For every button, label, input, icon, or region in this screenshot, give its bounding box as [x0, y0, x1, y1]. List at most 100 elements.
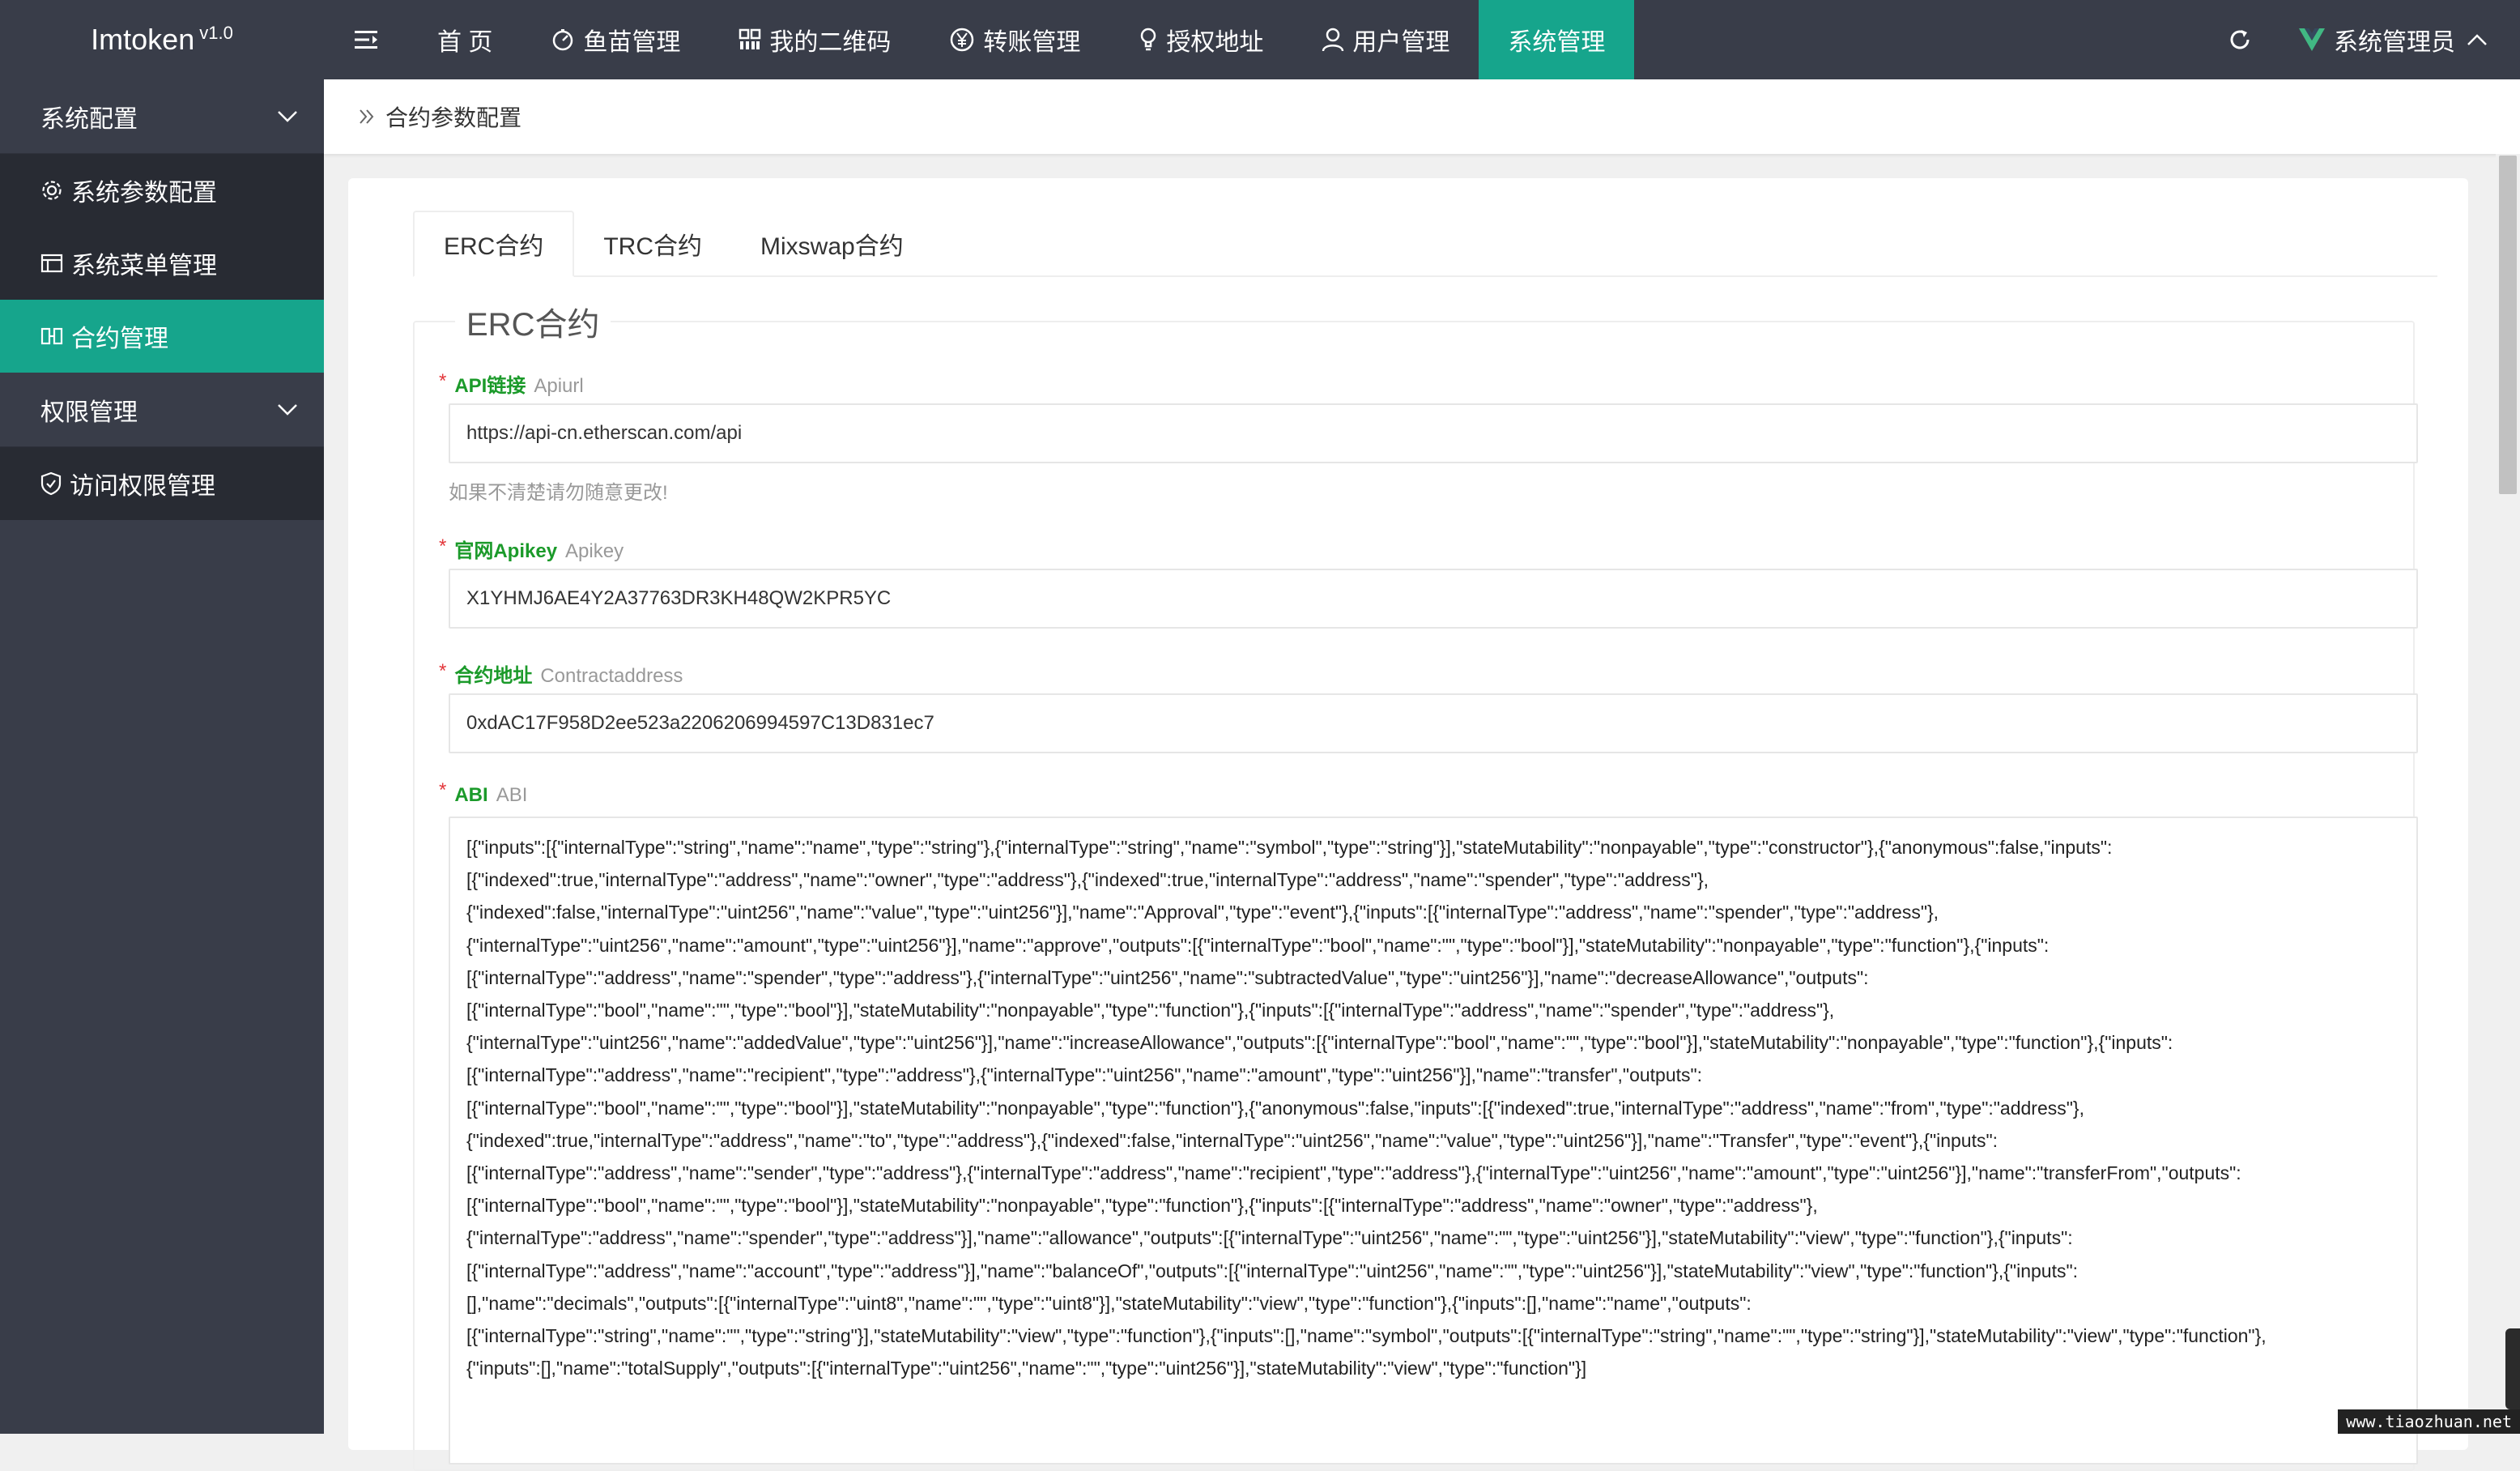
app-version: v1.0 — [199, 23, 233, 44]
chevron-down-icon — [277, 110, 298, 123]
api-url-input[interactable]: https://api-cn.etherscan.com/api — [449, 403, 2418, 463]
apikey-input[interactable]: X1YHMJ6AE4Y2A37763DR3KH48QW2KPR5YC — [449, 569, 2418, 629]
api-url-hint: 如果不清楚请勿随意更改! — [449, 476, 668, 505]
required-mark: * — [439, 660, 446, 683]
contract-tabs: ERC合约 TRC合约 Mixswap合约 — [413, 211, 2437, 277]
apikey-label: * 官网Apikey Apikey — [439, 535, 624, 563]
nav-transfer[interactable]: 转账管理 — [920, 0, 1109, 79]
topbar-right: 系统管理员 — [2201, 0, 2520, 79]
required-mark: * — [439, 779, 446, 802]
refresh-icon — [2227, 27, 2253, 53]
double-chevron-right-icon — [358, 108, 376, 126]
sidebar-item-label: 访问权限管理 — [70, 466, 215, 501]
required-mark: * — [439, 535, 446, 558]
gauge-icon — [551, 28, 575, 52]
side-widget[interactable] — [2505, 1328, 2520, 1409]
top-nav: 首 页 鱼苗管理 我的二维码 转账管理 授权地址 — [408, 0, 1634, 79]
tab-erc[interactable]: ERC合约 — [413, 211, 574, 277]
label-cn: API链接 — [454, 369, 526, 398]
vue-logo-icon — [2298, 28, 2326, 52]
abi-line: {"internalType":"address","name":"spende… — [466, 1222, 2400, 1254]
bulb-icon — [1139, 27, 1158, 53]
nav-label: 首 页 — [437, 22, 492, 58]
sidebar: 系统配置 系统参数配置 系统菜单管理 合约管理 权限管理 访问权限管理 — [0, 79, 324, 1434]
abi-line: [{"internalType":"bool","name":"","type"… — [466, 1189, 2400, 1222]
nav-label: 鱼苗管理 — [583, 22, 680, 58]
abi-line: {"internalType":"uint256","name":"amount… — [466, 929, 2400, 961]
abi-textarea[interactable]: [{"inputs":[{"internalType":"string","na… — [449, 817, 2418, 1465]
abi-line: [{"internalType":"bool","name":"","type"… — [466, 994, 2400, 1026]
fieldset-legend: ERC合约 — [455, 298, 611, 345]
label-cn: 官网Apikey — [454, 535, 557, 563]
abi-line: {"internalType":"uint256","name":"addedV… — [466, 1026, 2400, 1059]
nav-authorized-address[interactable]: 授权地址 — [1109, 0, 1292, 79]
scrollbar-thumb[interactable] — [2499, 156, 2517, 494]
label-cn: 合约地址 — [454, 659, 532, 688]
watermark: www.tiaozhuan.net — [2338, 1409, 2520, 1434]
abi-line: [{"internalType":"string","name":"","typ… — [466, 1320, 2400, 1352]
nav-qrcode[interactable]: 我的二维码 — [709, 0, 920, 79]
sidebar-group-system-config[interactable]: 系统配置 — [0, 79, 324, 154]
sidebar-item-access-permissions[interactable]: 访问权限管理 — [0, 447, 324, 520]
sidebar-item-label: 系统菜单管理 — [71, 245, 217, 281]
api-url-label: * API链接 Apiurl — [439, 369, 584, 398]
abi-line: {"inputs":[],"name":"totalSupply","outpu… — [466, 1352, 2400, 1384]
nav-label: 授权地址 — [1166, 22, 1263, 58]
label-cn: ABI — [454, 784, 487, 807]
shield-icon — [40, 471, 62, 496]
sidebar-item-label: 系统参数配置 — [71, 173, 217, 208]
abi-line: [],"name":"decimals","outputs":[{"intern… — [466, 1287, 2400, 1320]
abi-line: [{"internalType":"address","name":"sende… — [466, 1157, 2400, 1189]
nav-fish[interactable]: 鱼苗管理 — [521, 0, 709, 79]
abi-line: [{"indexed":true,"internalType":"address… — [466, 863, 2400, 896]
sidebar-item-system-menu[interactable]: 系统菜单管理 — [0, 227, 324, 300]
sidebar-item-label: 合约管理 — [71, 318, 168, 354]
qrcode-icon — [739, 28, 761, 51]
label-en: Apiurl — [534, 375, 583, 398]
menu-fold-icon — [353, 28, 379, 51]
breadcrumb: 合约参数配置 — [324, 79, 2520, 154]
tab-mixswap[interactable]: Mixswap合约 — [731, 211, 933, 277]
app-name: Imtoken — [91, 23, 194, 57]
chevron-down-icon — [277, 403, 298, 416]
abi-line: [{"internalType":"address","name":"recip… — [466, 1059, 2400, 1091]
nav-home[interactable]: 首 页 — [408, 0, 521, 79]
nav-label: 我的二维码 — [769, 22, 891, 58]
nav-label: 用户管理 — [1352, 22, 1449, 58]
contract-icon — [40, 326, 63, 347]
sidebar-group-label: 权限管理 — [40, 392, 138, 428]
yen-icon — [949, 27, 975, 53]
erc-fieldset: ERC合约 * API链接 Apiurl https://api-cn.ethe… — [413, 321, 2415, 1471]
sidebar-toggle-button[interactable] — [324, 0, 408, 79]
content-card: ERC合约 TRC合约 Mixswap合约 ERC合约 * API链接 Apiu… — [348, 178, 2468, 1450]
nav-label: 系统管理 — [1508, 22, 1605, 58]
abi-label: * ABI ABI — [439, 784, 527, 807]
tab-trc[interactable]: TRC合约 — [574, 211, 731, 277]
user-icon — [1322, 28, 1344, 52]
label-en: ABI — [496, 784, 528, 807]
chevron-up-icon — [2467, 33, 2488, 46]
label-en: Contractaddress — [540, 665, 683, 688]
nav-users[interactable]: 用户管理 — [1292, 0, 1479, 79]
abi-line: {"indexed":true,"internalType":"address"… — [466, 1124, 2400, 1157]
app-logo[interactable]: Imtoken v1.0 — [0, 0, 324, 79]
sidebar-item-contract[interactable]: 合约管理 — [0, 300, 324, 373]
abi-line: [{"internalType":"address","name":"accou… — [466, 1255, 2400, 1287]
abi-line: [{"internalType":"bool","name":"","type"… — [466, 1092, 2400, 1124]
user-name: 系统管理员 — [2334, 22, 2455, 58]
label-en: Apikey — [565, 540, 624, 563]
user-menu[interactable]: 系统管理员 — [2279, 0, 2520, 79]
nav-label: 转账管理 — [983, 22, 1080, 58]
sidebar-item-system-params[interactable]: 系统参数配置 — [0, 154, 324, 227]
sidebar-group-label: 系统配置 — [40, 99, 138, 134]
nav-system[interactable]: 系统管理 — [1479, 0, 1634, 79]
required-mark: * — [439, 370, 446, 393]
contract-address-label: * 合约地址 Contractaddress — [439, 659, 683, 688]
sidebar-group-permissions[interactable]: 权限管理 — [0, 373, 324, 447]
gear-icon — [40, 179, 63, 202]
contract-address-input[interactable]: 0xdAC17F958D2ee523a2206206994597C13D831e… — [449, 693, 2418, 753]
top-navbar: Imtoken v1.0 首 页 鱼苗管理 我的二维码 — [0, 0, 2520, 79]
abi-line: [{"internalType":"address","name":"spend… — [466, 961, 2400, 994]
page-title: 合约参数配置 — [385, 100, 521, 133]
refresh-button[interactable] — [2201, 0, 2279, 79]
